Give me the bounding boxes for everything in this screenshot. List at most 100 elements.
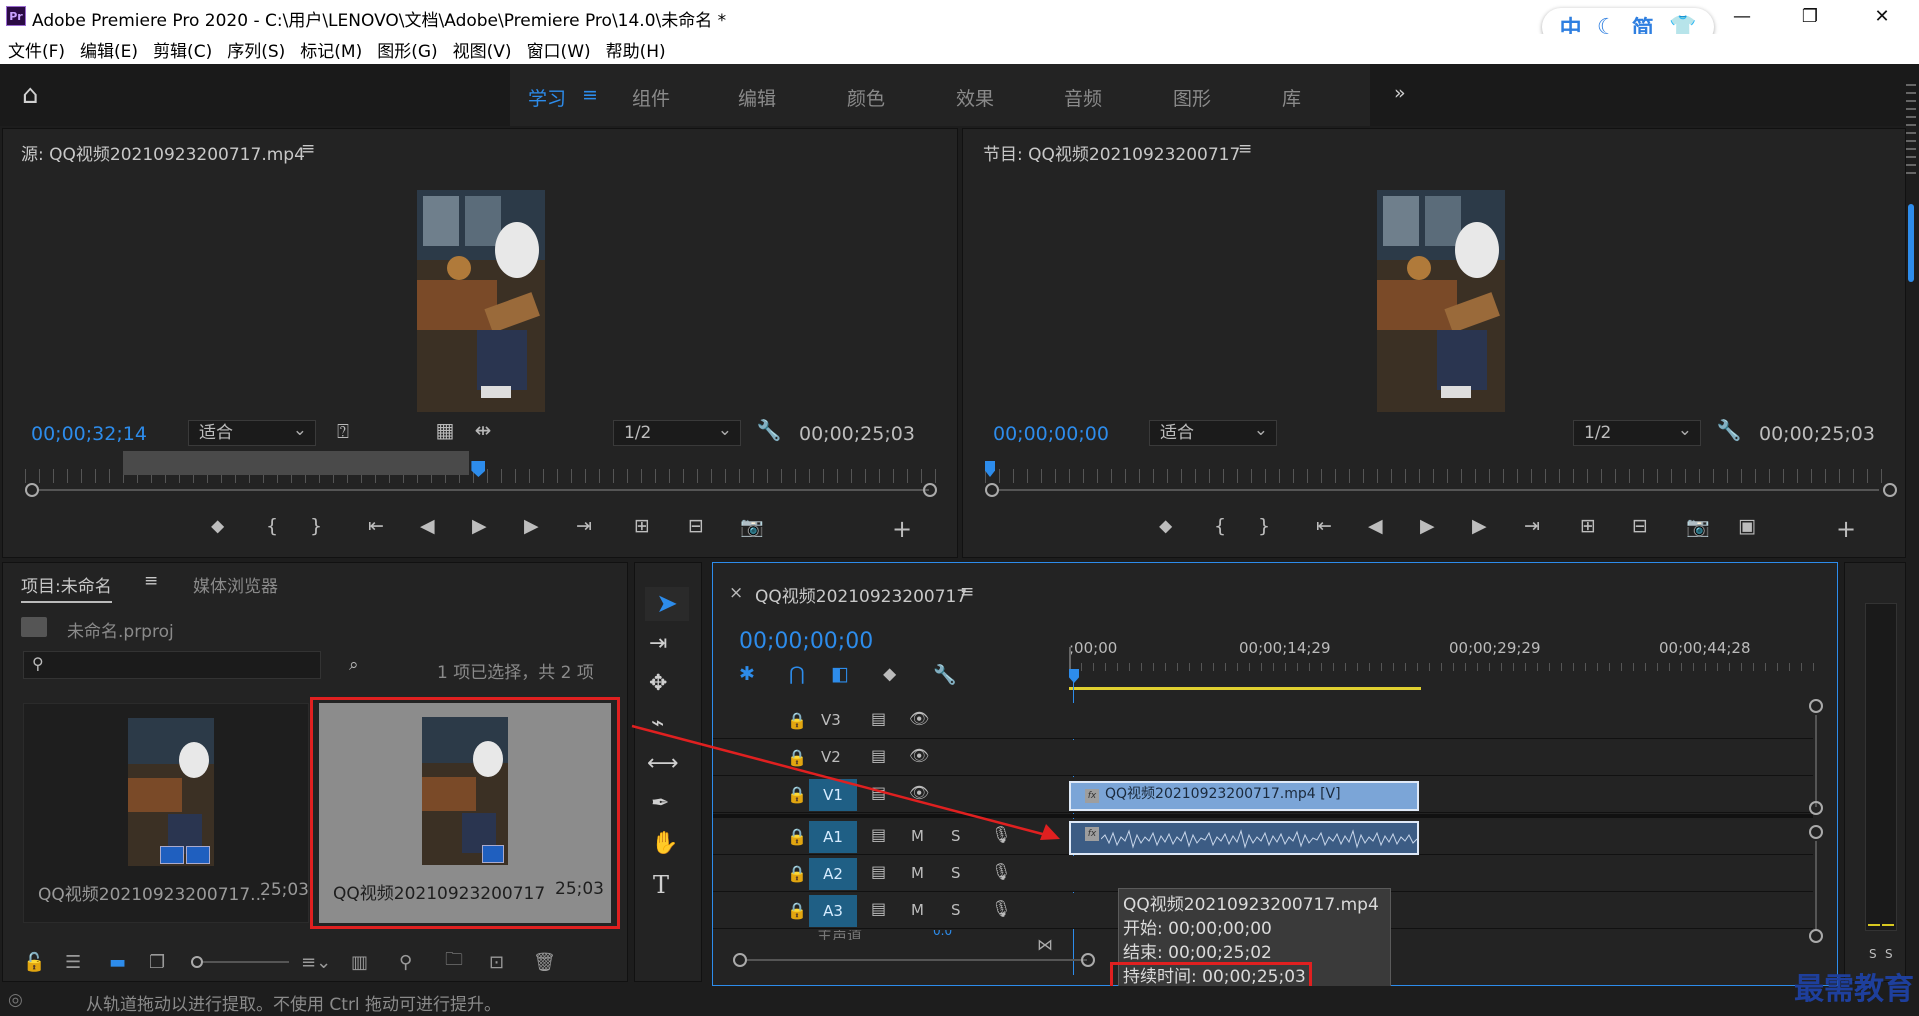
icon-view-icon[interactable]: ▬	[109, 952, 149, 973]
source-playhead-timecode[interactable]: 00;00;32;14	[31, 423, 147, 445]
solo-right-button[interactable]: S	[1885, 947, 1893, 961]
project-search-input[interactable]: ⚲	[23, 651, 321, 679]
program-time-ruler[interactable]	[985, 469, 1889, 483]
nest-toggle-icon[interactable]: ✱	[739, 663, 789, 685]
source-title[interactable]: 源: QQ视频20210923200717.mp4	[21, 140, 305, 165]
mark-in-icon[interactable]: {	[1214, 515, 1258, 545]
play-icon[interactable]: ▶	[1420, 515, 1472, 545]
program-wrench-icon[interactable]: 🔧	[1715, 418, 1743, 444]
timeline-zoom-left-handle[interactable]	[733, 953, 747, 967]
wrench-icon[interactable]: 🔧	[755, 418, 783, 444]
go-to-in-icon[interactable]: ⇤	[1316, 515, 1368, 545]
zoom-slider[interactable]	[191, 956, 301, 968]
tab-assembly[interactable]: 组件	[632, 84, 670, 111]
tab-editing[interactable]: 编辑	[738, 84, 776, 111]
tab-color[interactable]: 颜色	[847, 84, 885, 111]
program-zoom-left-handle[interactable]	[985, 483, 999, 497]
insert-icon[interactable]: ⊞	[634, 515, 688, 545]
program-fit-dropdown[interactable]: 适合	[1149, 418, 1277, 446]
step-forward-icon[interactable]: ▶	[1472, 515, 1524, 545]
solo-button[interactable]: S	[951, 901, 961, 919]
source-resolution-dropdown[interactable]: 1/2	[613, 418, 741, 446]
add-button-icon[interactable]: +	[892, 515, 922, 545]
mark-in-icon[interactable]: {	[266, 515, 310, 545]
list-view-icon[interactable]: ☰	[65, 952, 109, 973]
panel-scrollbar-grip[interactable]	[1906, 84, 1916, 174]
export-frame-icon[interactable]: 📷	[740, 515, 892, 545]
timeline-settings-wrench-icon[interactable]: 🔧	[933, 663, 973, 686]
solo-button[interactable]: S	[951, 864, 961, 882]
program-menu-icon[interactable]: ≡	[1238, 139, 1252, 159]
settings-toggle-icon[interactable]: ⍰	[329, 419, 357, 445]
project-menu-icon[interactable]: ≡	[144, 571, 158, 591]
program-resolution-dropdown[interactable]: 1/2	[1573, 418, 1701, 446]
source-menu-icon[interactable]: ≡	[301, 139, 315, 159]
menu-view[interactable]: 视图(V)	[453, 37, 512, 62]
mute-button[interactable]: M	[911, 901, 924, 919]
video-clip[interactable]: fx QQ视频20210923200717.mp4 [V]	[1069, 781, 1419, 811]
timeline-sequence-tab[interactable]: QQ视频20210923200717	[755, 582, 967, 607]
freeform-view-icon[interactable]: ❐	[149, 952, 191, 973]
drag-audio-icon[interactable]: ⇹	[469, 418, 497, 444]
lift-icon[interactable]: ⊞	[1580, 515, 1632, 545]
tab-graphics[interactable]: 图形	[1173, 84, 1211, 111]
selection-tool-icon[interactable]: ➤	[645, 587, 689, 621]
extract-icon[interactable]: ⊟	[1632, 515, 1686, 545]
program-zoom-scrollbar[interactable]	[999, 489, 1879, 491]
step-back-icon[interactable]: ◀	[420, 515, 472, 545]
audio-tracks-scrollbar[interactable]	[1815, 841, 1817, 931]
program-title[interactable]: 节目: QQ视频20210923200717	[983, 140, 1240, 165]
add-marker-icon[interactable]: ⬥	[883, 663, 933, 685]
master-volume-value[interactable]: 0.0	[933, 930, 952, 938]
snap-icon[interactable]: ⋂	[789, 663, 831, 685]
timeline-playhead-handle[interactable]	[1069, 669, 1079, 683]
ripple-edit-tool-icon[interactable]: ✥	[649, 671, 667, 696]
source-zoom-right-handle[interactable]	[923, 483, 937, 497]
track-a2[interactable]: 🔒 A2 ▤ M S 🎙	[713, 856, 1813, 892]
tab-audio[interactable]: 音频	[1064, 84, 1102, 111]
track-select-tool-icon[interactable]: ⇥	[649, 631, 667, 656]
microphone-icon[interactable]: 🎙	[991, 862, 1011, 881]
step-forward-icon[interactable]: ▶	[524, 515, 576, 545]
timeline-ruler[interactable]: ;00;00 00;00;14;29 00;00;29;29 00;00;44;…	[1069, 623, 1821, 677]
new-bin-icon[interactable]: 🗀	[445, 947, 489, 977]
sort-icons-icon[interactable]: ≡⌄	[301, 952, 351, 973]
tab-learning[interactable]: 学习	[528, 84, 566, 111]
mark-out-icon[interactable]: }	[310, 515, 368, 545]
program-playhead-timecode[interactable]: 00;00;00;00	[993, 423, 1109, 445]
go-to-out-icon[interactable]: ⇥	[1524, 515, 1580, 545]
go-to-in-icon[interactable]: ⇤	[368, 515, 420, 545]
type-tool-icon[interactable]: T	[653, 871, 669, 899]
menu-sequence[interactable]: 序列(S)	[227, 37, 285, 62]
find-icon[interactable]: ⚲	[399, 952, 445, 973]
drag-video-icon[interactable]: ▦	[431, 418, 459, 444]
menu-edit[interactable]: 编辑(E)	[80, 37, 138, 62]
audio-tracks-scroll-top[interactable]	[1809, 825, 1823, 839]
mark-out-icon[interactable]: }	[1258, 515, 1316, 545]
overwrite-icon[interactable]: ⊟	[688, 515, 740, 545]
export-frame-icon[interactable]: 📷	[1686, 515, 1738, 545]
new-item-icon[interactable]: ⊡	[489, 952, 533, 973]
track-label[interactable]: A2	[809, 858, 857, 890]
automate-to-sequence-icon[interactable]: ▥	[351, 952, 399, 973]
project-item-card-selected[interactable]: QQ视频20210923200717 25;03	[319, 703, 611, 923]
workspace-menu-icon[interactable]: ≡	[582, 84, 598, 106]
program-zoom-right-handle[interactable]	[1883, 483, 1897, 497]
panel-scrollbar-thumb[interactable]	[1908, 204, 1914, 282]
nav-bar-icon[interactable]: ⋈	[1037, 935, 1053, 954]
minimize-button[interactable]: —	[1722, 4, 1762, 30]
lock-icon[interactable]: 🔓	[23, 952, 65, 973]
source-fit-dropdown[interactable]: 适合	[188, 418, 316, 446]
source-zoom-scrollbar[interactable]	[39, 489, 929, 491]
source-in-out-range[interactable]	[123, 451, 469, 475]
tab-libraries[interactable]: 库	[1282, 84, 1301, 111]
lock-track-icon[interactable]: 🔒	[787, 864, 807, 883]
add-button-icon[interactable]: +	[1836, 515, 1866, 545]
menu-help[interactable]: 帮助(H)	[606, 37, 666, 62]
home-icon[interactable]: ⌂	[22, 80, 52, 110]
play-icon[interactable]: ▶	[472, 515, 524, 545]
menu-clip[interactable]: 剪辑(C)	[153, 37, 212, 62]
project-item-card[interactable]: QQ视频20210923200717... 25;03	[23, 703, 309, 923]
work-area-bar[interactable]	[1069, 687, 1421, 690]
track-label[interactable]: A3	[809, 895, 857, 927]
